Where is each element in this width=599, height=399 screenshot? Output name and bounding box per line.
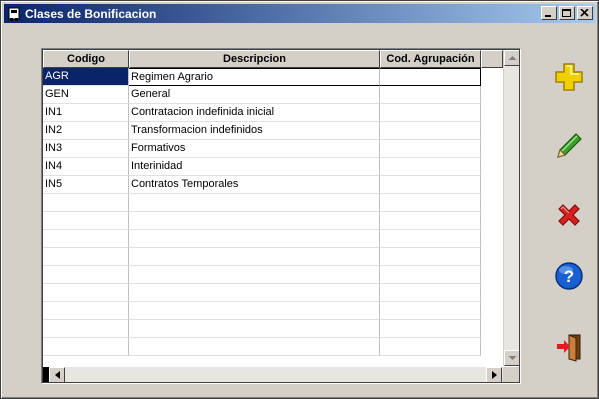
table-row[interactable]: IN3 Formativos [43, 140, 503, 158]
cell-descripcion[interactable]: Contratos Temporales [129, 176, 380, 194]
column-header-descripcion[interactable]: Descripcion [129, 50, 380, 68]
cell-descripcion[interactable]: Regimen Agrario [129, 68, 380, 86]
scroll-corner [503, 367, 519, 382]
cell-descripcion[interactable]: Formativos [129, 140, 380, 158]
empty-row [43, 320, 503, 338]
cell-codigo[interactable]: AGR [43, 68, 129, 86]
cell-codigo[interactable]: IN3 [43, 140, 129, 158]
cell-codigo[interactable]: GEN [43, 86, 129, 104]
record-indicator [43, 367, 49, 382]
help-button[interactable]: ? [550, 257, 588, 295]
arrow-left-icon [55, 371, 60, 379]
table-row[interactable]: GEN General [43, 86, 503, 104]
table-row[interactable]: IN4 Interinidad [43, 158, 503, 176]
minimize-icon [545, 15, 551, 17]
cell-descripcion[interactable]: Transformacion indefinidos [129, 122, 380, 140]
empty-row [43, 266, 503, 284]
delete-button[interactable] [550, 196, 588, 234]
close-icon [580, 9, 589, 17]
title-bar[interactable]: Clases de Bonificacion [4, 4, 595, 23]
cell-codigo[interactable]: IN4 [43, 158, 129, 176]
help-icon: ? [555, 262, 583, 290]
column-header-codigo[interactable]: Codigo [43, 50, 129, 68]
column-header-filler [481, 50, 503, 68]
table-row[interactable]: IN2 Transformacion indefinidos [43, 122, 503, 140]
scroll-right-button[interactable] [486, 367, 502, 382]
empty-row [43, 284, 503, 302]
cell-codigo[interactable]: IN5 [43, 176, 129, 194]
scroll-down-button[interactable] [504, 350, 519, 366]
empty-row [43, 230, 503, 248]
minimize-button[interactable] [541, 6, 557, 20]
empty-row [43, 338, 503, 356]
window-title: Clases de Bonificacion [25, 6, 157, 21]
table-row[interactable]: IN5 Contratos Temporales [43, 176, 503, 194]
cell-descripcion[interactable]: Interinidad [129, 158, 380, 176]
add-icon [555, 63, 583, 91]
scroll-up-button[interactable] [504, 50, 519, 66]
data-grid[interactable]: Codigo Descripcion Cod. Agrupación AGR R… [41, 48, 521, 384]
arrow-up-icon [508, 56, 517, 60]
cell-codigo[interactable]: IN1 [43, 104, 129, 122]
maximize-button[interactable] [559, 6, 575, 20]
empty-row [43, 248, 503, 266]
close-button[interactable] [577, 6, 593, 20]
cell-agrupacion[interactable] [380, 140, 481, 158]
edit-pencil-icon [557, 133, 582, 158]
add-button[interactable] [550, 58, 588, 96]
table-row[interactable]: AGR Regimen Agrario [43, 68, 503, 86]
vertical-scrollbar[interactable] [503, 50, 519, 366]
exit-door-icon [557, 334, 581, 362]
cell-agrupacion[interactable] [380, 104, 481, 122]
app-icon [8, 7, 20, 21]
arrow-down-icon [508, 356, 517, 360]
cell-codigo[interactable]: IN2 [43, 122, 129, 140]
cell-descripcion[interactable]: Contratacion indefinida inicial [129, 104, 380, 122]
maximize-icon [562, 9, 571, 17]
cell-agrupacion[interactable] [380, 176, 481, 194]
cell-agrupacion[interactable] [380, 86, 481, 104]
cell-agrupacion[interactable] [380, 158, 481, 176]
scroll-left-button[interactable] [49, 367, 65, 382]
edit-button[interactable] [550, 127, 588, 165]
delete-icon [558, 204, 580, 226]
svg-text:?: ? [564, 267, 574, 286]
exit-button[interactable] [550, 328, 588, 366]
arrow-right-icon [492, 371, 497, 379]
cell-agrupacion[interactable] [380, 122, 481, 140]
cell-agrupacion[interactable] [380, 68, 481, 86]
table-row[interactable]: IN1 Contratacion indefinida inicial [43, 104, 503, 122]
empty-row [43, 302, 503, 320]
empty-row [43, 212, 503, 230]
grid-body: AGR Regimen Agrario GEN General IN1 Cont… [43, 68, 503, 356]
horizontal-scrollbar[interactable] [43, 367, 503, 382]
empty-row [43, 194, 503, 212]
window: Clases de Bonificacion Codigo Descripcio… [0, 0, 599, 399]
cell-descripcion[interactable]: General [129, 86, 380, 104]
column-header-agrupacion[interactable]: Cod. Agrupación [380, 50, 481, 68]
grid-header: Codigo Descripcion Cod. Agrupación [43, 50, 503, 68]
